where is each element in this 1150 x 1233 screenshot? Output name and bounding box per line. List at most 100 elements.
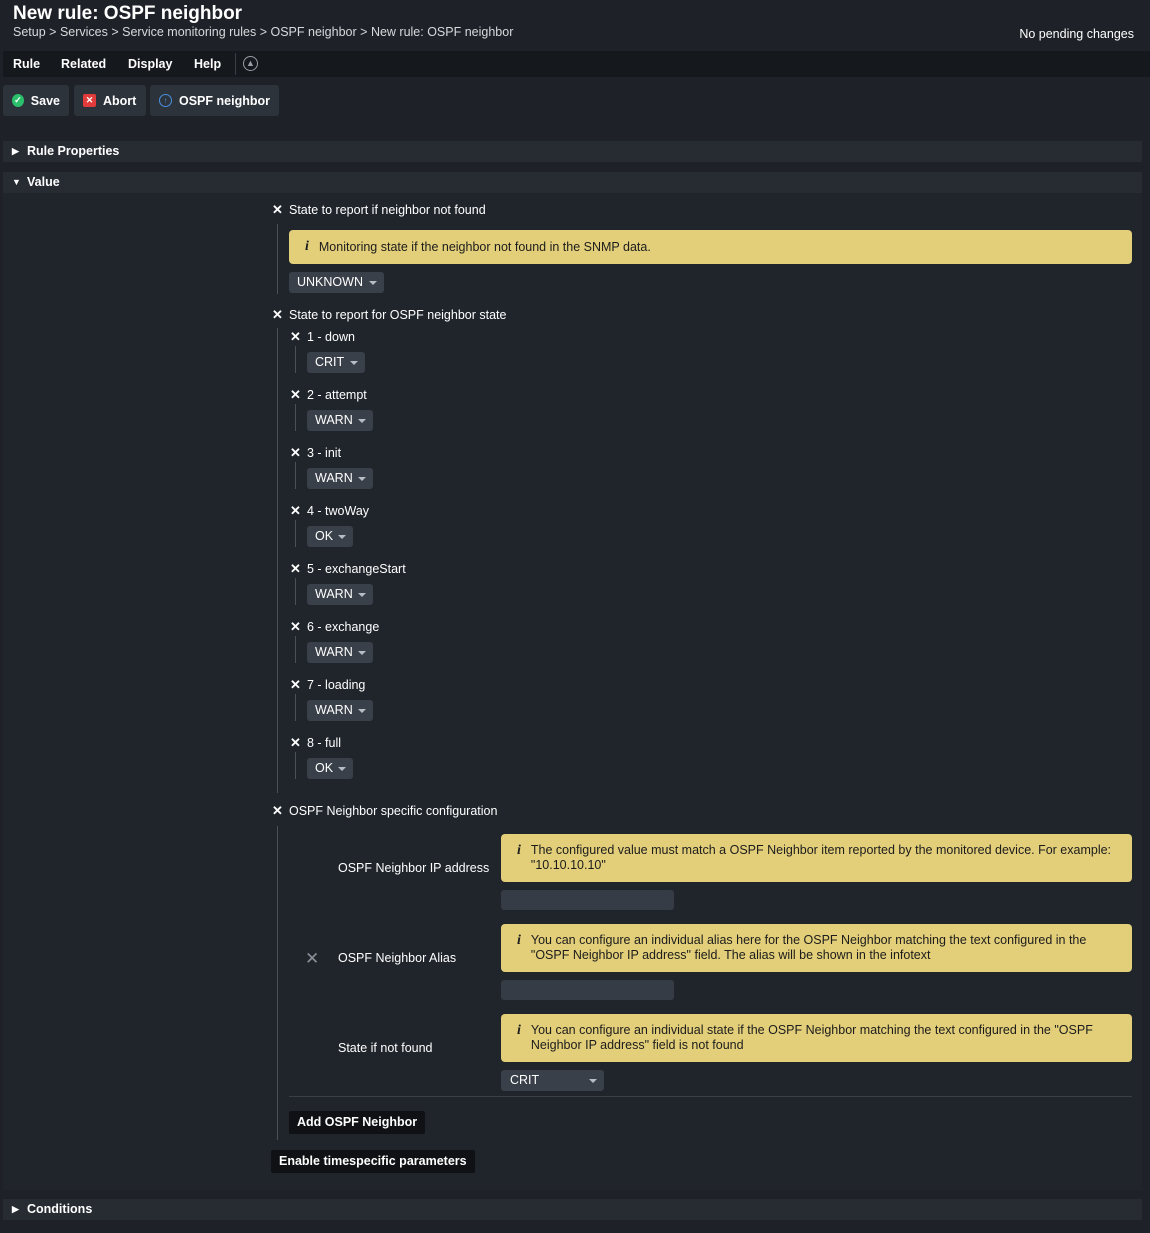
dropdown-caret-icon <box>358 419 366 423</box>
remove-x-icon[interactable]: ✕ <box>290 562 301 575</box>
select-value: WARN <box>315 645 353 659</box>
state-item-select[interactable]: WARN <box>307 468 373 489</box>
state-if-not-found-label: State if not found <box>338 1041 433 1055</box>
add-ospf-neighbor-button[interactable]: Add OSPF Neighbor <box>289 1111 426 1134</box>
remove-x-icon[interactable]: ✕ <box>290 678 301 691</box>
menu-help[interactable]: Help <box>194 57 221 71</box>
state-if-not-found-select[interactable]: CRIT <box>501 1070 604 1091</box>
section-label: Value <box>27 175 60 189</box>
indent-line <box>295 694 296 721</box>
indent-line <box>295 462 296 489</box>
separator <box>289 1096 1132 1097</box>
section-label: Rule Properties <box>27 144 120 158</box>
not-found-select[interactable]: UNKNOWN <box>289 272 384 293</box>
state-item-label: 1 - down <box>307 330 355 344</box>
enable-timespecific-button[interactable]: Enable timespecific parameters <box>271 1150 475 1173</box>
ip-address-input[interactable] <box>501 890 674 910</box>
help-text: Monitoring state if the neighbor not fou… <box>318 240 651 254</box>
ospf-neighbor-label: OSPF neighbor <box>179 93 270 108</box>
remove-x-icon[interactable]: ✕ <box>272 308 283 321</box>
menu-related[interactable]: Related <box>61 57 106 71</box>
dropdown-caret-icon <box>358 709 366 713</box>
save-label: Save <box>30 93 60 108</box>
dropdown-caret-icon <box>338 535 346 539</box>
ospf-neighbor-button[interactable]: ↑ OSPF neighbor <box>150 85 279 116</box>
not-found-label: State to report if neighbor not found <box>289 203 486 217</box>
select-value: WARN <box>315 587 353 601</box>
indent-line <box>295 520 296 547</box>
remove-x-icon[interactable]: ✕ <box>272 804 283 817</box>
indent-line <box>295 404 296 431</box>
state-item-select[interactable]: CRIT <box>307 352 365 373</box>
breadcrumb-item[interactable]: Service monitoring rules <box>122 25 256 39</box>
indent-line <box>295 578 296 605</box>
ip-address-help: i The configured value must match a OSPF… <box>501 834 1132 882</box>
check-icon: ✓ <box>12 94 24 107</box>
remove-alias-x-icon[interactable]: ✕ <box>305 950 319 967</box>
expand-icon: ▶ <box>12 146 19 156</box>
remove-x-icon[interactable]: ✕ <box>290 330 301 343</box>
select-value: OK <box>315 761 334 775</box>
menu-rule[interactable]: Rule <box>13 57 40 71</box>
state-if-not-found-help: i You can configure an individual state … <box>501 1014 1132 1062</box>
section-rule-properties[interactable]: ▶ Rule Properties <box>3 141 1142 162</box>
dropdown-caret-icon <box>358 651 366 655</box>
alias-label: OSPF Neighbor Alias <box>338 951 457 965</box>
state-item-select[interactable]: WARN <box>307 584 373 605</box>
select-value: WARN <box>315 471 353 485</box>
alias-input[interactable] <box>501 980 674 1000</box>
breadcrumb: Setup > Services > Service monitoring ru… <box>13 25 514 39</box>
indent-line <box>295 636 296 663</box>
dropdown-caret-icon <box>369 281 377 285</box>
indent-line <box>295 346 296 373</box>
state-item-select[interactable]: WARN <box>307 642 373 663</box>
collapse-icon[interactable]: ▲ <box>243 56 258 71</box>
state-item-select[interactable]: WARN <box>307 410 373 431</box>
section-value[interactable]: ▼ Value <box>3 172 1142 193</box>
section-conditions[interactable]: ▶ Conditions <box>3 1199 1142 1220</box>
state-item-label: 4 - twoWay <box>307 504 370 518</box>
state-item-label: 3 - init <box>307 446 342 460</box>
dropdown-caret-icon <box>589 1079 597 1083</box>
indent-line <box>295 752 296 779</box>
select-value: WARN <box>315 413 353 427</box>
breadcrumb-item[interactable]: OSPF neighbor <box>271 25 357 39</box>
dropdown-caret-icon <box>358 477 366 481</box>
not-found-help: i Monitoring state if the neighbor not f… <box>289 230 1132 264</box>
expand-icon: ▶ <box>12 1204 19 1214</box>
indent-line <box>277 224 278 294</box>
arrow-up-circle-icon: ↑ <box>159 94 172 107</box>
state-item-select[interactable]: WARN <box>307 700 373 721</box>
remove-x-icon[interactable]: ✕ <box>290 736 301 749</box>
remove-x-icon[interactable]: ✕ <box>290 620 301 633</box>
state-item-label: 8 - full <box>307 736 342 750</box>
breadcrumb-item[interactable]: New rule: OSPF neighbor <box>371 25 513 39</box>
abort-button[interactable]: ✕ Abort <box>74 85 146 116</box>
state-item-label: 6 - exchange <box>307 620 380 634</box>
page-title: New rule: OSPF neighbor <box>13 3 243 24</box>
info-icon: i <box>517 1023 521 1038</box>
breadcrumb-item[interactable]: Services <box>60 25 108 39</box>
info-icon: i <box>517 843 521 858</box>
info-icon: i <box>517 933 521 948</box>
breadcrumb-item[interactable]: Setup <box>13 25 46 39</box>
select-value: UNKNOWN <box>297 275 363 289</box>
select-value: WARN <box>315 703 353 717</box>
remove-x-icon[interactable]: ✕ <box>290 388 301 401</box>
remove-x-icon[interactable]: ✕ <box>290 504 301 517</box>
specific-config-label: OSPF Neighbor specific configuration <box>289 804 498 818</box>
pending-changes[interactable]: No pending changes <box>1019 27 1134 41</box>
remove-x-icon[interactable]: ✕ <box>290 446 301 459</box>
select-value: OK <box>315 529 334 543</box>
info-icon: i <box>305 239 309 254</box>
select-value: CRIT <box>315 355 345 369</box>
save-button[interactable]: ✓ Save <box>3 85 69 116</box>
collapse-arrow-icon: ▼ <box>12 177 21 187</box>
state-item-select[interactable]: OK <box>307 526 353 547</box>
remove-x-icon[interactable]: ✕ <box>272 203 283 216</box>
help-text: You can configure an individual state if… <box>530 1023 1093 1052</box>
state-item-select[interactable]: OK <box>307 758 353 779</box>
menu-display[interactable]: Display <box>128 57 172 71</box>
abort-label: Abort <box>103 93 137 108</box>
indent-line <box>277 826 278 1140</box>
